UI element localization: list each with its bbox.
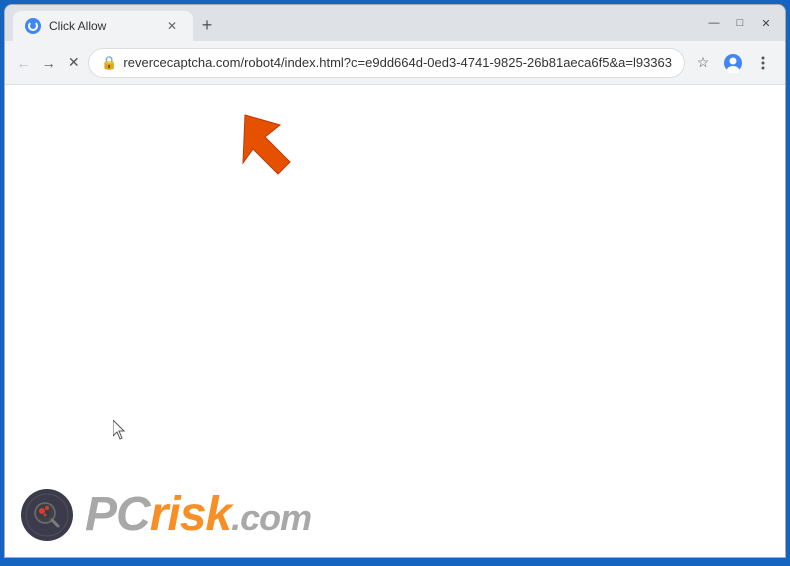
tab-strip: Click Allow ✕ + [5, 5, 695, 41]
mouse-cursor [113, 420, 125, 438]
tab-close-button[interactable]: ✕ [163, 17, 181, 35]
watermark-pc: PC [85, 488, 150, 541]
url-display: revercecaptcha.com/robot4/index.html?c=e… [123, 55, 672, 70]
favicon-spinner [28, 21, 38, 31]
minimize-button[interactable]: — [703, 12, 725, 34]
bookmark-button[interactable]: ☆ [689, 49, 717, 77]
forward-button[interactable]: → [38, 49, 59, 77]
tab-favicon [25, 18, 41, 34]
title-bar: Click Allow ✕ + — □ ✕ [5, 5, 785, 41]
menu-button[interactable] [749, 49, 777, 77]
tab-title: Click Allow [49, 19, 155, 33]
menu-icon [755, 55, 771, 71]
profile-button[interactable] [719, 49, 747, 77]
watermark-dotcom: .com [231, 497, 311, 538]
browser-window: Click Allow ✕ + — □ ✕ ← → ✕ [4, 4, 786, 558]
lock-icon: 🔒 [101, 55, 117, 71]
watermark-risk: risk [150, 488, 231, 541]
watermark: PCrisk.com [21, 489, 311, 541]
reload-button[interactable]: ✕ [63, 49, 84, 77]
toolbar: ← → ✕ 🔒 revercecaptcha.com/robot4/index.… [5, 41, 785, 85]
arrow-annotation [235, 105, 315, 190]
address-bar[interactable]: 🔒 revercecaptcha.com/robot4/index.html?c… [88, 48, 685, 78]
window-controls: — □ ✕ [695, 5, 785, 41]
toolbar-actions: ☆ [689, 49, 777, 77]
back-button[interactable]: ← [13, 49, 34, 77]
watermark-logo [21, 489, 73, 541]
profile-icon [723, 53, 743, 73]
pcrisk-logo-icon [25, 493, 69, 537]
maximize-button[interactable]: □ [729, 12, 751, 34]
new-tab-button[interactable]: + [193, 11, 221, 39]
watermark-text-block: PCrisk.com [85, 491, 311, 539]
close-button[interactable]: ✕ [755, 12, 777, 34]
arrow-icon [235, 105, 315, 185]
page-content: PCrisk.com [5, 85, 785, 557]
active-tab[interactable]: Click Allow ✕ [13, 11, 193, 41]
